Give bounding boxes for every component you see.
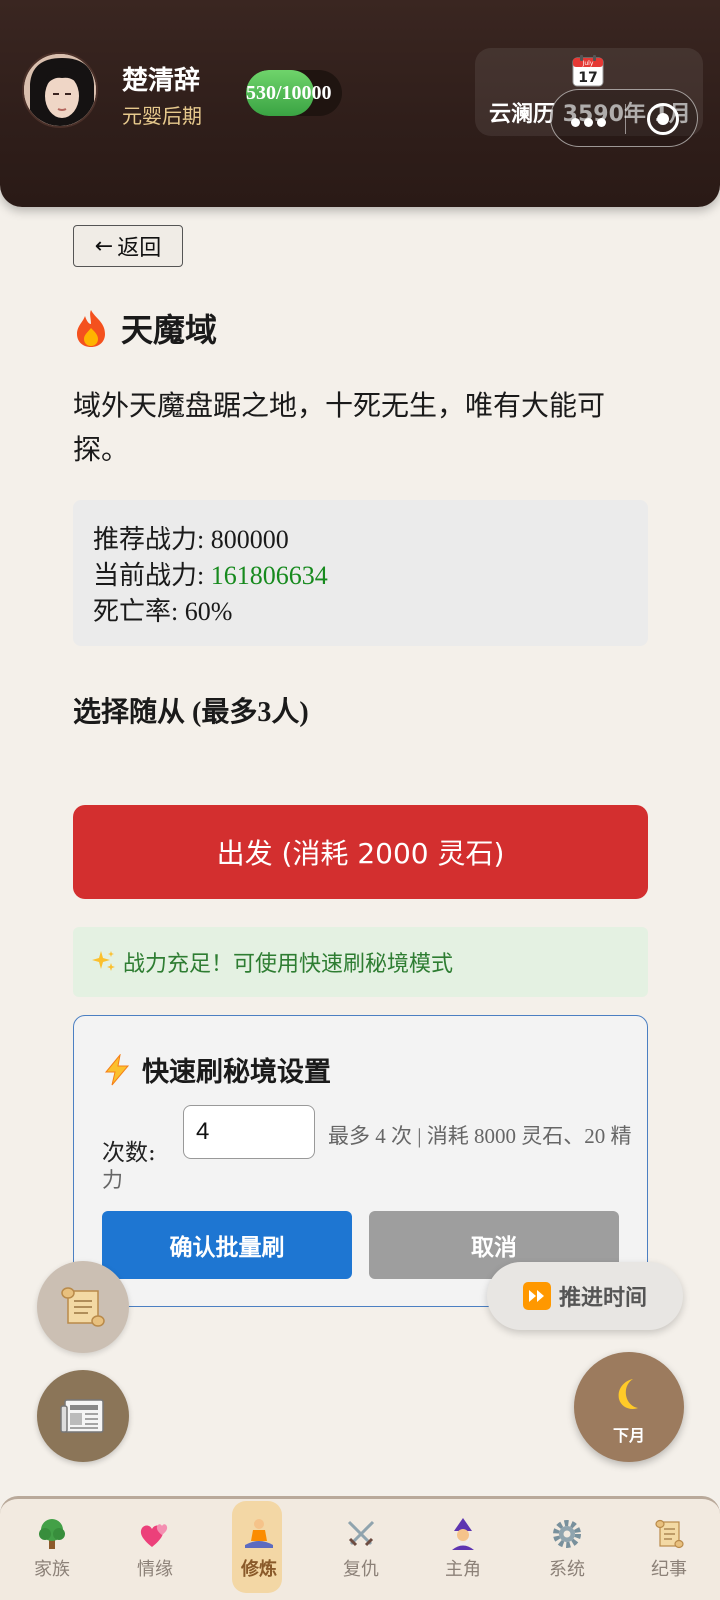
nav-item-revenge[interactable]: 复仇 [321,1517,401,1599]
moon-icon [618,1379,638,1409]
nav-label: 主角 [445,1559,481,1580]
miniprogram-capsule [550,89,698,147]
scroll-icon [655,1519,684,1549]
scroll-float-button[interactable] [37,1261,129,1353]
nav-item-protagonist[interactable]: 主角 [423,1517,503,1599]
next-month-button[interactable]: 下月 [574,1352,684,1462]
meditation-icon [245,1519,273,1548]
realm-description: 域外天魔盘踞之地，十死无生，唯有大能可探。 [73,389,606,466]
recommended-power-label: 推荐战力: [93,525,211,554]
sparkles-icon [92,951,115,971]
back-button[interactable]: ← 返回 [73,225,183,267]
cultivation-realm: 元婴后期 [122,104,202,128]
quick-mode-tip-text: 战力充足！可使用快速刷秘境模式 [123,952,454,977]
gear-icon [553,1520,581,1548]
avatar-portrait [24,54,96,126]
fire-icon [77,310,105,347]
current-power-label: 当前战力: [93,561,211,590]
advance-time-button[interactable]: 推进时间 [487,1262,683,1330]
svg-text:17: 17 [578,70,597,86]
next-month-label: 下月 [612,1426,645,1445]
recommended-power-value: 800000 [210,525,289,554]
bottom-navigation: 家族 情缘 修炼 复仇 主角 系统 纪事 [0,1496,720,1600]
hearts-icon [140,1524,168,1547]
newspaper-icon [60,1399,104,1433]
fast-forward-icon [522,1282,551,1310]
nav-item-family[interactable]: 家族 [12,1517,92,1599]
death-rate-label: 死亡率: [93,597,185,626]
page-title-text: 天魔域 [121,311,218,349]
quick-mode-tip: 战力充足！可使用快速刷秘境模式 [73,927,648,997]
nav-label: 复仇 [343,1559,379,1580]
death-rate-value: 60% [184,597,233,626]
nav-label: 纪事 [651,1559,687,1580]
calendar-icon: July 17 [572,55,604,87]
stats-panel: 推荐战力: 800000 当前战力: 161806634 死亡率: 60% [73,500,648,646]
arrow-left-icon: ← [94,233,114,259]
tree-icon [39,1519,65,1549]
confirm-batch-button[interactable]: 确认批量刷 [102,1211,352,1279]
player-name: 楚清辞 [122,66,201,96]
nav-label: 系统 [549,1559,585,1580]
news-float-button[interactable] [37,1370,129,1462]
nav-item-cultivation[interactable]: 修炼 [219,1501,299,1599]
close-target-icon[interactable] [647,103,679,135]
nav-item-romance[interactable]: 情缘 [115,1517,195,1599]
quick-sweep-title-text: 快速刷秘境设置 [142,1057,331,1088]
cultivation-progress-text: 2530/10000 [246,82,332,104]
mage-icon [452,1518,474,1550]
recommended-power: 推荐战力: 800000 [93,522,628,558]
current-power-value: 161806634 [210,561,328,590]
back-label: 返回 [117,236,162,261]
nav-item-chronicle[interactable]: 纪事 [629,1517,709,1599]
avatar[interactable] [22,52,98,128]
death-rate: 死亡率: 60% [93,594,628,630]
nav-label: 修炼 [241,1559,277,1580]
top-header: 楚清辞 元婴后期 2530/10000 July 17 云澜历 3590年 1月 [0,0,720,207]
nav-label: 家族 [34,1559,70,1580]
crossed-swords-icon [347,1520,375,1547]
depart-button[interactable]: 出发 (消耗 2000 灵石) [73,805,648,899]
more-icon[interactable] [571,114,623,127]
advance-time-label: 推进时间 [558,1286,647,1311]
nav-label: 情缘 [137,1559,173,1580]
svg-text:July: July [582,60,594,67]
quick-sweep-title: 快速刷秘境设置 [102,1050,331,1089]
cultivation-progress-bar: 2530/10000 [246,70,342,116]
current-power: 当前战力: 161806634 [93,558,628,594]
lightning-icon [104,1053,130,1085]
scroll-icon [61,1287,105,1327]
capsule-divider [625,104,626,134]
count-hint: 最多 4 次 | 消耗 8000 灵石、20 精力 [102,1124,632,1192]
page-title: 天魔域 [73,305,217,351]
companion-section-title: 选择随从 (最多3人) [73,697,309,728]
nav-item-system[interactable]: 系统 [527,1517,607,1599]
